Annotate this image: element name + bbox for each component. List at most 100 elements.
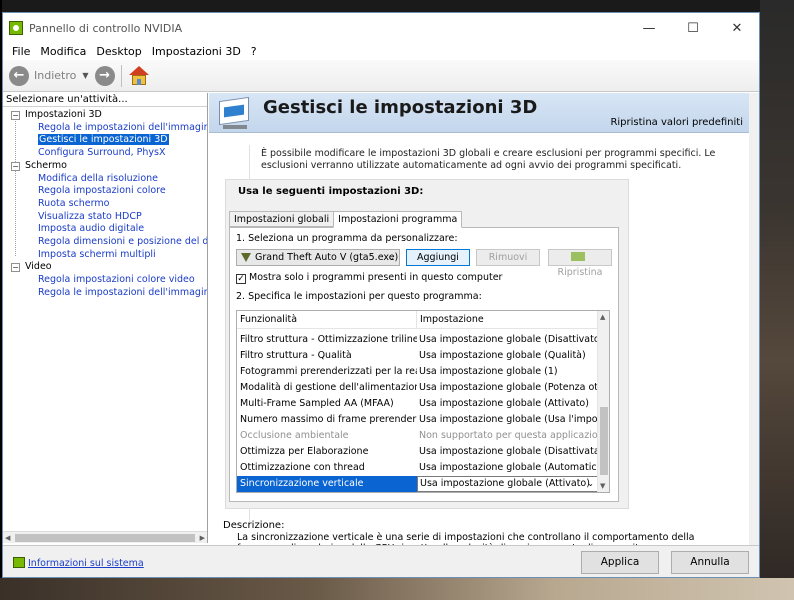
tree-item-schermi-multipli[interactable]: Imposta schermi multipli xyxy=(3,249,207,262)
content-vscrollbar[interactable] xyxy=(749,93,759,545)
tab-impostazioni-globali[interactable]: Impostazioni globali xyxy=(229,211,335,227)
step2-label: 2. Specifica le impostazioni per questo … xyxy=(236,291,482,302)
row-feature: Fotogrammi prerenderizzati per la realtà… xyxy=(240,366,417,377)
row-feature: Sincronizzazione verticale xyxy=(237,476,417,492)
close-icon[interactable]: ✕ xyxy=(715,21,759,36)
table-row[interactable]: Ottimizza per Elaborazione Usa impostazio… xyxy=(237,444,609,460)
task-panel-hscrollbar[interactable]: ◀ ▶ xyxy=(3,531,207,543)
task-panel: Selezionare un'attività... − Impostazion… xyxy=(3,93,208,543)
tree-item-surround-physx[interactable]: Configura Surround, PhysX xyxy=(3,147,207,160)
tree-item-risoluzione[interactable]: Modifica della risoluzione xyxy=(3,173,207,186)
column-header-impostazione[interactable]: Impostazione xyxy=(417,311,484,328)
tab-impostazioni-programma[interactable]: Impostazioni programma xyxy=(333,211,463,228)
column-header-funzionalita[interactable]: Funzionalità xyxy=(237,311,417,328)
row-setting: Non supportato per questa applicazione xyxy=(419,430,599,441)
nvidia-control-panel-window: Pannello di controllo NVIDIA — ☐ ✕ File … xyxy=(2,12,760,578)
description-label: Descrizione: xyxy=(223,520,285,531)
settings-tabs: Impostazioni globali Impostazioni progra… xyxy=(229,211,463,228)
tree-item-hdcp[interactable]: Visualizza stato HDCP xyxy=(3,211,207,224)
grid-vscrollbar[interactable]: ▲ ▼ xyxy=(597,311,609,492)
toolbar-separator xyxy=(120,64,122,87)
remove-button[interactable]: Rimuovi xyxy=(476,249,540,266)
task-panel-header: Selezionare un'attività... xyxy=(3,93,207,107)
minimize-icon[interactable]: — xyxy=(627,21,671,36)
menu-desktop[interactable]: Desktop xyxy=(91,45,146,58)
row-feature: Ottimizzazione con thread xyxy=(240,462,365,473)
table-row[interactable]: Modalità di gestione dell'alimentazione U… xyxy=(237,380,609,396)
table-row[interactable]: Filtro struttura - Qualità Usa impostazio… xyxy=(237,348,609,364)
row-setting: Usa impostazione globale (Automatico) xyxy=(419,462,599,473)
maximize-icon[interactable]: ☐ xyxy=(671,21,715,36)
tree-item-audio[interactable]: Imposta audio digitale xyxy=(3,223,207,236)
3d-settings-icon xyxy=(215,95,255,131)
content-panel: Gestisci le impostazioni 3D Ripristina v… xyxy=(209,93,749,545)
menu-modifica[interactable]: Modifica xyxy=(35,45,91,58)
table-row[interactable]: Numero massimo di frame prerenderizzatiU… xyxy=(237,412,609,428)
collapse-icon[interactable]: − xyxy=(11,161,20,171)
table-row[interactable]: Multi-Frame Sampled AA (MFAA) Usa imposta… xyxy=(237,396,609,412)
back-button-label[interactable]: Indietro xyxy=(34,69,76,82)
scroll-left-icon[interactable]: ◀ xyxy=(5,532,10,544)
row-setting: Usa impostazione globale (Qualità) xyxy=(419,350,586,361)
collapse-icon[interactable]: − xyxy=(11,111,20,120)
tree-item-colore[interactable]: Regola impostazioni colore xyxy=(3,185,207,198)
table-row[interactable]: Occlusione ambientale Non supportato per … xyxy=(237,428,609,444)
tree-item-gestisci-3d[interactable]: Gestisci le impostazioni 3D xyxy=(3,134,207,147)
menu-impostazioni-3d[interactable]: Impostazioni 3D xyxy=(147,45,246,58)
tree-group-3d-settings[interactable]: − Impostazioni 3D xyxy=(3,109,207,122)
table-row[interactable]: Fotogrammi prerenderizzati per la realtà… xyxy=(237,364,609,380)
cancel-button[interactable]: Annulla xyxy=(671,551,749,574)
forward-arrow-icon[interactable]: → xyxy=(94,65,115,86)
tree-group-video[interactable]: − Video xyxy=(3,261,207,274)
menu-file[interactable]: File xyxy=(7,45,35,58)
tree-item-colore-video[interactable]: Regola impostazioni colore video xyxy=(3,274,207,287)
background-photo xyxy=(760,0,794,600)
restore-defaults-link[interactable]: Ripristina valori predefiniti xyxy=(610,117,743,128)
nvidia-icon xyxy=(571,252,585,261)
toolbar: ← Indietro ▼ → xyxy=(3,60,759,92)
row-setting: Usa impostazione globale (Potenza ottima… xyxy=(419,382,599,393)
home-icon[interactable] xyxy=(128,65,150,86)
tree-item-immagine-video[interactable]: Regola le impostazioni dell'immagine vid… xyxy=(3,287,207,300)
tree-item-regola-immagine[interactable]: Regola le impostazioni dell'immagine con… xyxy=(3,122,207,135)
tree-group-schermo[interactable]: − Schermo xyxy=(3,160,207,173)
tree-item-ruota[interactable]: Ruota schermo xyxy=(3,198,207,211)
show-installed-programs-checkbox[interactable]: ✓ Mostra solo i programmi presenti in que… xyxy=(236,272,502,284)
row-feature: Multi-Frame Sampled AA (MFAA) xyxy=(240,398,394,409)
scroll-down-icon[interactable]: ▼ xyxy=(600,482,605,490)
apply-button[interactable]: Applica xyxy=(581,551,659,574)
table-row[interactable]: Filtro struttura - Ottimizzazione trilin… xyxy=(237,332,609,348)
chevron-down-icon: ⌄ xyxy=(388,253,395,262)
menu-help[interactable]: ? xyxy=(246,45,262,58)
collapse-icon[interactable]: − xyxy=(11,263,20,273)
page-title: Gestisci le impostazioni 3D xyxy=(263,97,538,118)
nvidia-app-icon xyxy=(9,21,23,35)
row-setting: Usa impostazione globale (Disattivato) xyxy=(419,334,599,345)
scroll-right-icon[interactable]: ▶ xyxy=(200,532,205,544)
row-setting-select[interactable]: Usa impostazione globale (Attivato) ⌄ xyxy=(417,476,599,492)
row-setting: Usa impostazione globale (Usa l'impostaz… xyxy=(419,414,599,425)
chevron-down-icon: ⌄ xyxy=(587,479,594,488)
menu-bar: File Modifica Desktop Impostazioni 3D ? xyxy=(3,43,759,60)
back-arrow-icon[interactable]: ← xyxy=(9,65,29,86)
window-title: Pannello di controllo NVIDIA xyxy=(29,21,183,35)
back-history-dropdown-icon[interactable]: ▼ xyxy=(82,71,88,80)
task-tree: − Impostazioni 3D Regola le impostazioni… xyxy=(3,107,207,300)
table-row[interactable]: Ottimizzazione con thread Usa impostazion… xyxy=(237,460,609,476)
program-select[interactable]: Grand Theft Auto V (gta5.exe) ⌄ xyxy=(236,249,400,266)
settings-group-title: Usa le seguenti impostazioni 3D: xyxy=(238,186,424,197)
title-bar: Pannello di controllo NVIDIA — ☐ ✕ xyxy=(3,13,759,43)
table-row[interactable]: Sincronizzazione verticale Usa impostazio… xyxy=(237,476,609,492)
page-banner: Gestisci le impostazioni 3D Ripristina v… xyxy=(209,93,749,133)
description-text: La sincronizzazione verticale è una seri… xyxy=(237,532,695,545)
page-intro: È possibile modificare le impostazioni 3… xyxy=(261,148,716,171)
system-info-link[interactable]: Informazioni sul sistema xyxy=(13,557,144,569)
row-feature: Filtro struttura - Qualità xyxy=(240,350,352,361)
restore-button[interactable]: Ripristina xyxy=(548,249,612,278)
tree-item-dimensioni[interactable]: Regola dimensioni e posizione del deskto… xyxy=(3,236,207,249)
checkbox-check-icon[interactable]: ✓ xyxy=(236,274,246,284)
row-setting: Usa impostazione globale (1) xyxy=(419,366,558,377)
scroll-up-icon[interactable]: ▲ xyxy=(600,313,605,321)
row-feature: Numero massimo di frame prerenderizzati xyxy=(240,414,417,425)
add-button[interactable]: Aggiungi xyxy=(406,249,470,266)
